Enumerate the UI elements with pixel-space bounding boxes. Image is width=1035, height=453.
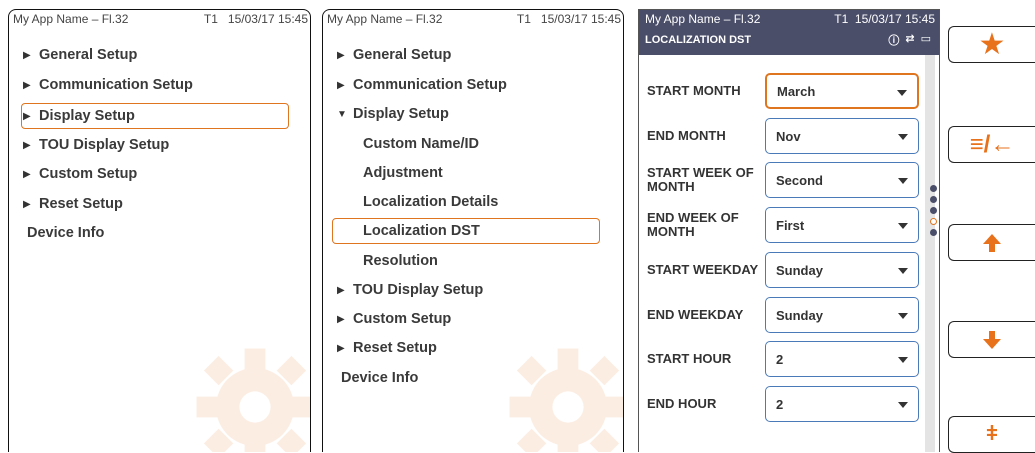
- expand-arrow-icon: ▶: [23, 110, 31, 122]
- end-month-dropdown[interactable]: Nov: [765, 118, 919, 154]
- expand-arrow-icon: ▶: [23, 139, 31, 151]
- swap-arrows-icon[interactable]: ⇄: [905, 32, 914, 48]
- chevron-down-icon: [898, 268, 908, 274]
- page-indicator-dot[interactable]: [930, 229, 937, 236]
- chevron-down-icon: [898, 402, 908, 408]
- app-name: My App Name – Fl.32: [645, 12, 761, 26]
- start-hour-dropdown[interactable]: 2: [765, 341, 919, 377]
- expand-arrow-icon: ▶: [337, 313, 345, 325]
- field-label: END WEEK OF MONTH: [647, 210, 739, 239]
- submenu-item-resolution[interactable]: Resolution: [363, 248, 438, 274]
- page-title: LOCALIZATION DST: [645, 34, 752, 46]
- field-row: START WEEK OF MONTH Second: [639, 160, 923, 200]
- field-label: END WEEKDAY: [647, 307, 744, 322]
- expand-arrow-icon: ▶: [337, 342, 345, 354]
- menu-item-communication-setup[interactable]: ▶ Communication Setup: [23, 72, 193, 98]
- gear-watermark-icon: [509, 348, 623, 452]
- status-time: T1 15/03/17 15:45: [834, 12, 935, 26]
- chevron-down-icon: [898, 134, 908, 140]
- star-icon: ★: [978, 28, 1006, 61]
- expand-arrow-icon: ▶: [23, 198, 31, 210]
- back-list-icon: ≡/←: [969, 130, 1015, 158]
- scrollbar[interactable]: [925, 55, 935, 452]
- expand-arrow-icon: ▶: [337, 49, 345, 61]
- submenu-item-localization-details[interactable]: Localization Details: [363, 189, 498, 215]
- back-softkey[interactable]: ≡/←: [948, 126, 1035, 163]
- field-row: START WEEKDAY Sunday: [639, 250, 923, 290]
- info-icon[interactable]: ⓘ: [888, 32, 899, 48]
- favorite-softkey[interactable]: ★: [948, 26, 1035, 63]
- field-label: END HOUR: [647, 396, 717, 411]
- panel-header: My App Name – Fl.32 T1 15/03/17 15:45 LO…: [639, 10, 939, 55]
- menu-item-reset-setup[interactable]: ▶ Reset Setup: [23, 191, 123, 217]
- status-bar: My App Name – Fl.32 T1 15/03/17 15:45: [323, 10, 623, 28]
- app-name: My App Name – Fl.32: [13, 12, 129, 26]
- end-week-dropdown[interactable]: First: [765, 207, 919, 243]
- app-name: My App Name – Fl.32: [327, 12, 443, 26]
- field-row: END MONTH Nov: [639, 116, 923, 156]
- start-month-dropdown[interactable]: March: [765, 73, 919, 109]
- menu-item-device-info[interactable]: Device Info: [341, 365, 418, 391]
- collapse-arrow-icon: ▼: [337, 108, 347, 120]
- field-row: END HOUR 2: [639, 384, 923, 424]
- chevron-down-icon: [898, 178, 908, 184]
- page-indicator-dot-current[interactable]: [930, 218, 937, 225]
- field-row: END WEEKDAY Sunday: [639, 295, 923, 335]
- page-indicator-dot[interactable]: [930, 207, 937, 214]
- menu-item-reset-setup[interactable]: ▶ Reset Setup: [337, 335, 437, 361]
- expand-arrow-icon: ▶: [23, 168, 31, 180]
- down-arrow-icon: [983, 330, 1001, 349]
- up-arrow-icon: [983, 233, 1001, 252]
- menu-panel-collapsed: My App Name – Fl.32 T1 15/03/17 15:45 ▶ G…: [8, 9, 311, 452]
- menu-item-general-setup[interactable]: ▶ General Setup: [23, 42, 137, 68]
- field-row: START MONTH March: [639, 71, 923, 111]
- expand-arrow-icon: ▶: [23, 79, 31, 91]
- status-time: T1 15/03/17 15:45: [516, 12, 621, 26]
- down-softkey[interactable]: [948, 321, 1035, 358]
- status-bar: My App Name – Fl.32 T1 15/03/17 15:45: [639, 10, 939, 26]
- chevron-down-icon: [898, 357, 908, 363]
- submenu-item-custom-name[interactable]: Custom Name/ID: [363, 131, 479, 157]
- menu-item-communication-setup[interactable]: ▶ Communication Setup: [337, 72, 507, 98]
- end-weekday-dropdown[interactable]: Sunday: [765, 297, 919, 333]
- expand-arrow-icon: ▶: [23, 49, 31, 61]
- submenu-item-adjustment[interactable]: Adjustment: [363, 160, 443, 186]
- menu-panel-expanded: My App Name – Fl.32 T1 15/03/17 15:45 ▶ G…: [322, 9, 624, 452]
- lightning-icon: ǂ: [986, 423, 998, 445]
- chevron-down-icon: [898, 223, 908, 229]
- field-row: START HOUR 2: [639, 339, 923, 379]
- chevron-down-icon: [897, 90, 907, 96]
- power-softkey[interactable]: ǂ: [948, 416, 1035, 453]
- field-label: START HOUR: [647, 351, 732, 366]
- chevron-down-icon: [898, 313, 908, 319]
- page-indicator-dot[interactable]: [930, 196, 937, 203]
- field-label: START MONTH: [647, 83, 741, 98]
- menu-item-general-setup[interactable]: ▶ General Setup: [337, 42, 451, 68]
- menu-item-display-setup[interactable]: ▶ Display Setup: [23, 103, 135, 129]
- page-indicator-dot[interactable]: [930, 185, 937, 192]
- field-label: END MONTH: [647, 128, 726, 143]
- menu-item-tou-display-setup[interactable]: ▶ TOU Display Setup: [337, 277, 483, 303]
- field-row: END WEEK OF MONTH First: [639, 205, 923, 245]
- menu-item-custom-setup[interactable]: ▶ Custom Setup: [23, 161, 137, 187]
- status-time: T1 15/03/17 15:45: [203, 12, 308, 26]
- menu-item-device-info[interactable]: Device Info: [27, 220, 104, 246]
- start-week-dropdown[interactable]: Second: [765, 162, 919, 198]
- menu-item-custom-setup[interactable]: ▶ Custom Setup: [337, 306, 451, 332]
- end-hour-dropdown[interactable]: 2: [765, 386, 919, 422]
- field-label: START WEEKDAY: [647, 262, 759, 277]
- localization-dst-panel: My App Name – Fl.32 T1 15/03/17 15:45 LO…: [638, 9, 940, 452]
- menu-item-display-setup[interactable]: ▼ Display Setup: [337, 101, 449, 127]
- submenu-item-localization-dst[interactable]: Localization DST: [363, 218, 480, 244]
- menu-item-tou-display-setup[interactable]: ▶ TOU Display Setup: [23, 132, 169, 158]
- expand-arrow-icon: ▶: [337, 79, 345, 91]
- expand-arrow-icon: ▶: [337, 284, 345, 296]
- gear-watermark-icon: [196, 348, 310, 452]
- up-softkey[interactable]: [948, 224, 1035, 261]
- start-weekday-dropdown[interactable]: Sunday: [765, 252, 919, 288]
- battery-icon: ▭: [920, 33, 931, 45]
- status-bar: My App Name – Fl.32 T1 15/03/17 15:45: [9, 10, 310, 28]
- field-label: START WEEK OF MONTH: [647, 165, 754, 194]
